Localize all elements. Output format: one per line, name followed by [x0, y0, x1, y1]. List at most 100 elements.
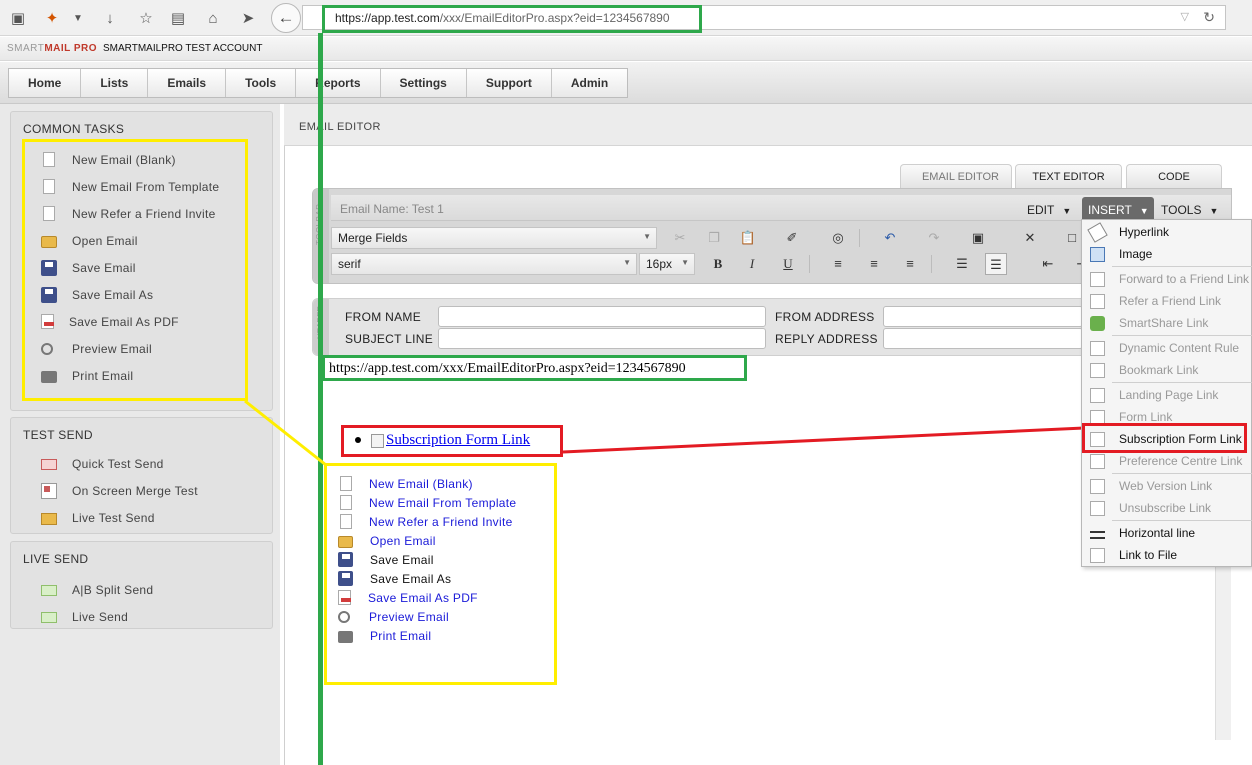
undo-icon[interactable]: ↶ — [879, 227, 901, 249]
home-icon[interactable]: ⌂ — [203, 8, 223, 28]
menu-item-link-to-file[interactable]: Link to File — [1082, 544, 1252, 566]
tools-menu-button[interactable]: TOOLS ▼ — [1155, 199, 1224, 221]
reading-list-icon[interactable]: ▤ — [168, 8, 188, 28]
menu-item-image[interactable]: Image — [1082, 243, 1252, 265]
menu-item-horizontal-line[interactable]: Horizontal line — [1082, 522, 1252, 544]
from-address-input[interactable] — [883, 306, 1083, 327]
send-icon[interactable]: ➤ — [238, 8, 258, 28]
nav-support[interactable]: Support — [467, 69, 552, 97]
extension-icon[interactable]: ✦ — [42, 8, 62, 28]
cut-icon[interactable]: ✂ — [669, 227, 691, 249]
copy-icon[interactable]: ❐ — [703, 227, 725, 249]
menu-item-refer-friend[interactable]: Refer a Friend Link — [1082, 290, 1252, 312]
document-icon — [340, 514, 352, 529]
web-version-icon — [1090, 478, 1105, 494]
italic-icon[interactable]: I — [741, 253, 763, 275]
body-link-label: Save Email — [370, 552, 434, 567]
find-icon[interactable]: ◎ — [827, 227, 849, 249]
page-icon[interactable]: □ — [1061, 227, 1083, 249]
menu-item-forward-friend[interactable]: Forward to a Friend Link — [1082, 268, 1252, 290]
annotation-green-box-body — [322, 355, 747, 381]
bullet-list-icon[interactable]: ☰ — [985, 253, 1007, 275]
refresh-icon[interactable]: ↻ — [1203, 9, 1215, 26]
menu-item-dynamic-content[interactable]: Dynamic Content Rule — [1082, 337, 1252, 359]
on-screen-merge-test[interactable]: On Screen Merge Test — [11, 477, 272, 504]
format-painter-icon[interactable]: ✐ — [781, 227, 803, 249]
subject-line-input[interactable] — [438, 328, 766, 349]
tab-text-editor[interactable]: TEXT EDITOR — [1015, 164, 1122, 188]
email-name: Email Name: Test 1 — [340, 202, 444, 216]
body-link-preview-email[interactable]: Preview Email — [338, 607, 449, 626]
caret-down-icon: ▼ — [1139, 206, 1149, 216]
screenshot-icon[interactable]: ▣ — [8, 8, 28, 28]
reply-address-input[interactable] — [883, 328, 1083, 349]
forward-friend-icon — [1090, 271, 1105, 287]
menu-item-smartshare[interactable]: SmartShare Link — [1082, 312, 1252, 334]
unlink-icon[interactable]: ✕ — [1019, 227, 1041, 249]
chevron-down-icon: ▼ — [623, 258, 631, 267]
menu-item-label: Unsubscribe Link — [1119, 501, 1212, 515]
body-link-open-email[interactable]: Open Email — [338, 531, 436, 550]
menu-item-landing-page[interactable]: Landing Page Link — [1082, 384, 1252, 406]
caret-down-icon: ▼ — [1062, 206, 1072, 216]
paste-icon[interactable]: 📋 — [737, 227, 759, 249]
body-link-save-email-pdf[interactable]: Save Email As PDF — [338, 588, 478, 607]
body-link-new-email-blank[interactable]: New Email (Blank) — [338, 474, 473, 493]
font-size-select[interactable]: 16px ▼ — [639, 253, 695, 275]
menu-item-label: Form Link — [1119, 410, 1173, 424]
body-link-new-refer-friend[interactable]: New Refer a Friend Invite — [338, 512, 513, 531]
font-family-select[interactable]: serif ▼ — [331, 253, 637, 275]
tab-code-editor[interactable]: CODE EDITOR — [1126, 164, 1222, 207]
panel-title: COMMON TASKS — [23, 122, 125, 136]
chevron-down-icon[interactable]: ▼ — [68, 8, 88, 28]
live-send[interactable]: Live Send — [11, 603, 272, 630]
menu-item-unsubscribe[interactable]: Unsubscribe Link — [1082, 497, 1252, 519]
menu-item-label: Refer a Friend Link — [1119, 294, 1222, 308]
body-link-new-email-template[interactable]: New Email From Template — [338, 493, 516, 512]
underline-icon[interactable]: U — [777, 253, 799, 275]
edit-menu-button[interactable]: EDIT ▼ — [1021, 199, 1077, 221]
menu-item-preference-centre[interactable]: Preference Centre Link — [1082, 450, 1252, 472]
align-center-icon[interactable]: ≡ — [863, 253, 885, 275]
body-link-label: Preview Email — [369, 609, 449, 624]
floppy-icon — [338, 552, 353, 567]
nav-settings[interactable]: Settings — [381, 69, 467, 97]
live-test-send[interactable]: Live Test Send — [11, 504, 272, 531]
ab-split-send[interactable]: A|B Split Send — [11, 576, 272, 603]
nav-admin[interactable]: Admin — [552, 69, 627, 97]
nav-tools[interactable]: Tools — [226, 69, 297, 97]
quick-test-send[interactable]: Quick Test Send — [11, 450, 272, 477]
nav-lists[interactable]: Lists — [81, 69, 149, 97]
task-label: Live Test Send — [72, 510, 155, 525]
body-link-print-email[interactable]: Print Email — [338, 626, 431, 645]
task-label: On Screen Merge Test — [72, 483, 198, 498]
menu-item-hyperlink[interactable]: Hyperlink — [1082, 221, 1252, 243]
bold-icon[interactable]: B — [707, 253, 729, 275]
dynamic-content-icon — [1090, 340, 1105, 356]
body-link-label: Save Email As PDF — [368, 590, 478, 605]
url-dropdown-icon[interactable]: ▽ — [1181, 10, 1189, 23]
align-right-icon[interactable]: ≡ — [899, 253, 921, 275]
nav-emails[interactable]: Emails — [148, 69, 227, 97]
outdent-icon[interactable]: ⇤ — [1037, 253, 1059, 275]
align-left-icon[interactable]: ≡ — [827, 253, 849, 275]
menu-item-bookmark[interactable]: Bookmark Link — [1082, 359, 1252, 381]
merge-fields-select[interactable]: Merge Fields ▼ — [331, 227, 657, 249]
body-text-save-email: Save Email — [338, 550, 434, 569]
menu-item-label: Horizontal line — [1119, 526, 1196, 540]
numbered-list-icon[interactable]: ☰ — [951, 253, 973, 275]
back-button[interactable]: ← — [271, 3, 301, 33]
file-link-icon — [1090, 547, 1105, 563]
menu-item-label: Link to File — [1119, 548, 1178, 562]
nav-home[interactable]: Home — [9, 69, 82, 97]
tab-email-editor[interactable]: EMAIL EDITOR — [900, 164, 1012, 188]
redo-icon[interactable]: ↷ — [923, 227, 945, 249]
menu-item-web-version[interactable]: Web Version Link — [1082, 475, 1252, 497]
download-icon[interactable]: ↓ — [100, 8, 120, 28]
from-name-input[interactable] — [438, 306, 766, 327]
bookmark-star-icon[interactable]: ☆ — [136, 8, 156, 28]
font-family-value: serif — [338, 257, 361, 271]
refer-friend-icon — [1090, 293, 1105, 309]
nav-reports[interactable]: Reports — [296, 69, 381, 97]
media-icon[interactable]: ▣ — [967, 227, 989, 249]
